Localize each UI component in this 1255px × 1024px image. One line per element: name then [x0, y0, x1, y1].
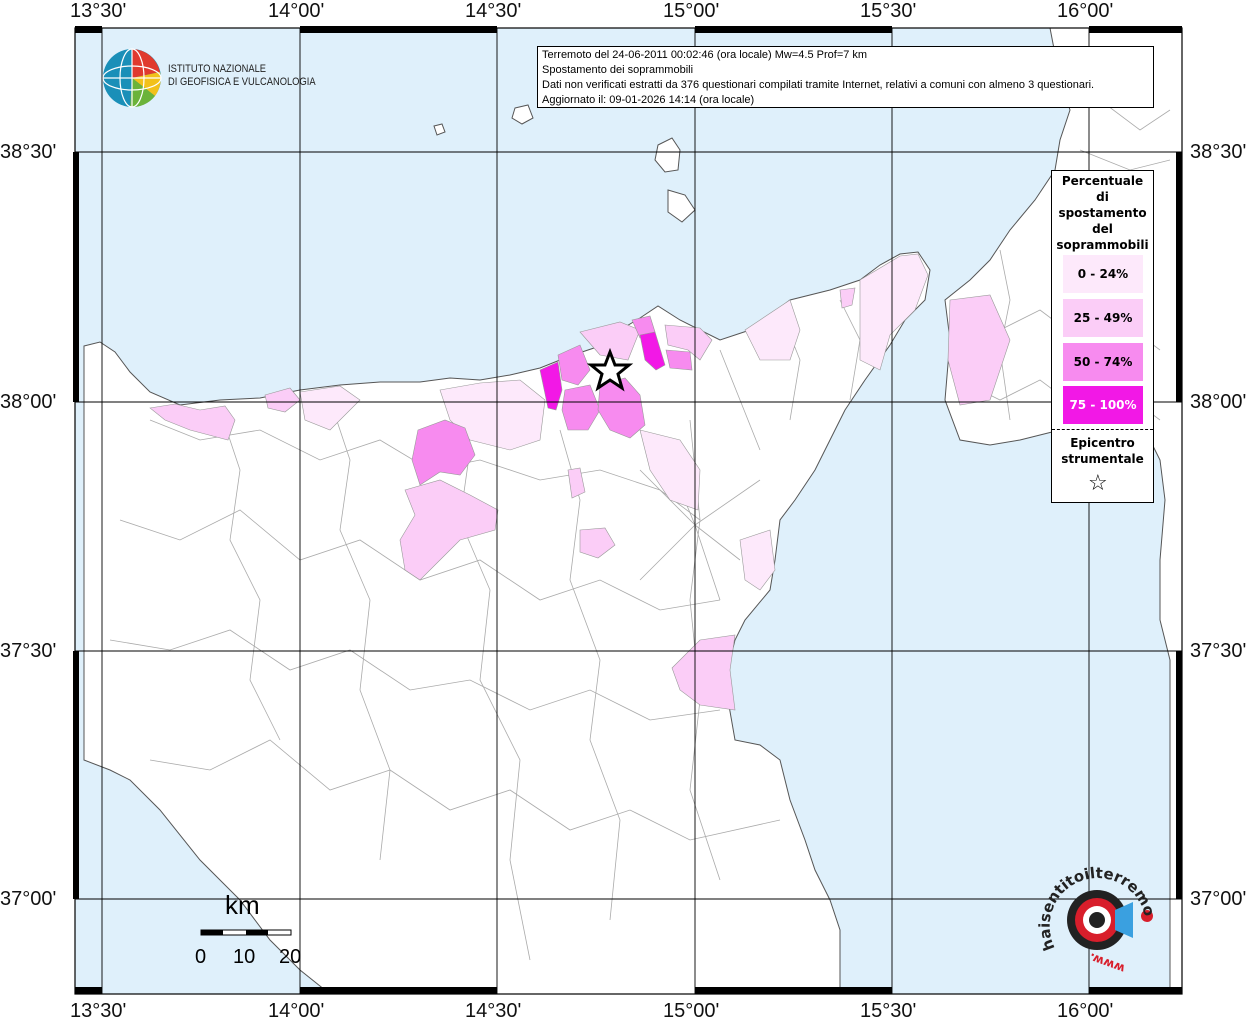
lon-label-bottom-2: 14°00' — [268, 1000, 325, 1022]
lat-label-left-3: 37°30' — [0, 640, 57, 662]
star-icon: ☆ — [1088, 471, 1108, 496]
haisentito-www: www. — [1087, 950, 1127, 976]
lon-label-bottom-5: 15°30' — [860, 1000, 917, 1022]
legend-title-line: di — [1096, 190, 1109, 204]
lon-label-top-6: 16°00' — [1057, 0, 1114, 22]
legend-class-50-74: 50 - 74% — [1063, 343, 1143, 381]
lat-label-left-4: 37°00' — [0, 888, 57, 910]
legend-class-0-24: 0 - 24% — [1063, 255, 1143, 293]
lon-label-bottom-3: 14°30' — [465, 1000, 522, 1022]
lat-label-right-3: 37°30' — [1190, 640, 1247, 662]
data-note: Dati non verificati estratti da 376 ques… — [542, 79, 1095, 91]
lat-label-right-1: 38°30' — [1190, 141, 1247, 163]
legend-class-25-49: 25 - 49% — [1063, 299, 1143, 337]
lon-label-top-2: 14°00' — [268, 0, 325, 22]
lat-label-right-2: 38°00' — [1190, 391, 1247, 413]
lon-label-top-3: 14°30' — [465, 0, 522, 22]
lat-label-right-4: 37°00' — [1190, 888, 1247, 910]
legend-title: Percentuale di spostamento del soprammob… — [1052, 171, 1153, 253]
ingv-name-line2: DI GEOFISICA E VULCANOLOGIA — [168, 76, 316, 88]
ingv-name-line1: ISTITUTO NAZIONALE — [168, 63, 267, 75]
legend-epicenter-line: strumentale — [1061, 452, 1144, 466]
scale-tick-0: 0 — [195, 946, 207, 968]
lon-label-bottom-1: 13°30' — [70, 1000, 127, 1022]
lat-label-left-2: 38°00' — [0, 391, 57, 413]
ingv-name: ISTITUTO NAZIONALE DI GEOFISICA E VULCAN… — [168, 63, 316, 89]
legend-title-line: del — [1092, 222, 1113, 236]
legend-title-line: soprammobili — [1056, 238, 1149, 252]
legend-epicenter-line: Epicentro — [1070, 436, 1135, 450]
scale-bar-graphic — [200, 929, 292, 936]
legend-divider — [1052, 429, 1153, 430]
scale-unit: km — [225, 890, 260, 920]
scale-tick-20: 20 — [279, 946, 302, 968]
event-title: Terremoto del 24-06-2011 00:02:46 (ora l… — [542, 49, 868, 61]
event-info-box: Terremoto del 24-06-2011 00:02:46 (ora l… — [537, 46, 1154, 108]
lon-label-top-1: 13°30' — [70, 0, 127, 22]
lon-label-bottom-4: 15°00' — [663, 1000, 720, 1022]
legend-title-line: Percentuale — [1061, 174, 1144, 188]
scale-tick-10: 10 — [233, 946, 256, 968]
lon-label-top-5: 15°30' — [860, 0, 917, 22]
ingv-globe-icon — [102, 48, 162, 108]
legend-title-line: spostamento — [1058, 206, 1147, 220]
lon-label-top-4: 15°00' — [663, 0, 720, 22]
legend-class-75-100: 75 - 100% — [1063, 386, 1143, 424]
lat-label-left-1: 38°30' — [0, 141, 57, 163]
legend-epicenter: Epicentro strumentale — [1052, 435, 1153, 467]
lon-label-bottom-6: 16°00' — [1057, 1000, 1114, 1022]
legend: Percentuale di spostamento del soprammob… — [1051, 170, 1154, 503]
haisentito-logo-icon: haisentitoilterremoto.it www. — [1035, 858, 1158, 976]
map-parameter: Spostamento dei soprammobili — [542, 64, 694, 76]
update-timestamp: Aggiornato il: 09-01-2026 14:14 (ora loc… — [542, 94, 755, 106]
